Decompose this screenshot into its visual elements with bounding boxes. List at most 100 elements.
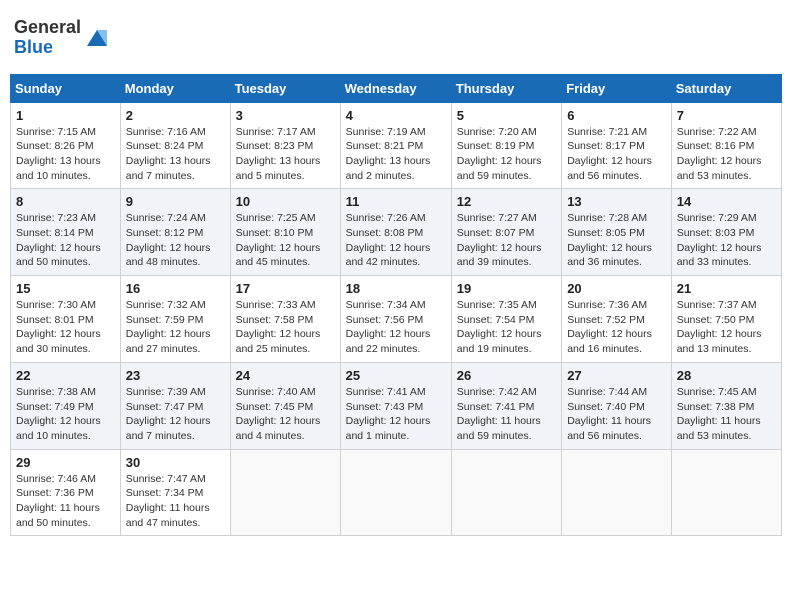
calendar-cell: 26 Sunrise: 7:42 AM Sunset: 7:41 PM Dayli… [451,362,561,449]
day-number: 17 [236,281,335,296]
calendar-cell [562,449,672,536]
day-info: Sunrise: 7:25 AM Sunset: 8:10 PM Dayligh… [236,211,335,270]
calendar-cell [340,449,451,536]
day-number: 2 [126,108,225,123]
day-number: 26 [457,368,556,383]
calendar-cell: 22 Sunrise: 7:38 AM Sunset: 7:49 PM Dayli… [11,362,121,449]
day-number: 7 [677,108,776,123]
day-number: 10 [236,194,335,209]
calendar-cell: 2 Sunrise: 7:16 AM Sunset: 8:24 PM Daylig… [120,102,230,189]
page-header: General Blue [10,10,782,66]
calendar-week-row-3: 15 Sunrise: 7:30 AM Sunset: 8:01 PM Dayli… [11,276,782,363]
day-info: Sunrise: 7:39 AM Sunset: 7:47 PM Dayligh… [126,385,225,444]
calendar-cell: 27 Sunrise: 7:44 AM Sunset: 7:40 PM Dayli… [562,362,672,449]
day-info: Sunrise: 7:34 AM Sunset: 7:56 PM Dayligh… [346,298,446,357]
day-number: 27 [567,368,666,383]
day-number: 28 [677,368,776,383]
day-number: 20 [567,281,666,296]
logo-line2: Blue [14,38,81,58]
calendar-cell: 13 Sunrise: 7:28 AM Sunset: 8:05 PM Dayli… [562,189,672,276]
day-info: Sunrise: 7:32 AM Sunset: 7:59 PM Dayligh… [126,298,225,357]
day-info: Sunrise: 7:15 AM Sunset: 8:26 PM Dayligh… [16,125,115,184]
day-info: Sunrise: 7:46 AM Sunset: 7:36 PM Dayligh… [16,472,115,531]
day-info: Sunrise: 7:40 AM Sunset: 7:45 PM Dayligh… [236,385,335,444]
day-info: Sunrise: 7:37 AM Sunset: 7:50 PM Dayligh… [677,298,776,357]
day-info: Sunrise: 7:47 AM Sunset: 7:34 PM Dayligh… [126,472,225,531]
weekday-header-tuesday: Tuesday [230,74,340,102]
calendar-cell: 11 Sunrise: 7:26 AM Sunset: 8:08 PM Dayli… [340,189,451,276]
day-number: 24 [236,368,335,383]
day-number: 19 [457,281,556,296]
weekday-header-row: SundayMondayTuesdayWednesdayThursdayFrid… [11,74,782,102]
weekday-header-saturday: Saturday [671,74,781,102]
day-number: 5 [457,108,556,123]
day-number: 1 [16,108,115,123]
day-number: 6 [567,108,666,123]
day-info: Sunrise: 7:38 AM Sunset: 7:49 PM Dayligh… [16,385,115,444]
day-info: Sunrise: 7:29 AM Sunset: 8:03 PM Dayligh… [677,211,776,270]
calendar-cell [230,449,340,536]
logo-text: General Blue [14,18,81,58]
day-info: Sunrise: 7:16 AM Sunset: 8:24 PM Dayligh… [126,125,225,184]
day-info: Sunrise: 7:21 AM Sunset: 8:17 PM Dayligh… [567,125,666,184]
day-info: Sunrise: 7:42 AM Sunset: 7:41 PM Dayligh… [457,385,556,444]
calendar-cell: 18 Sunrise: 7:34 AM Sunset: 7:56 PM Dayli… [340,276,451,363]
calendar-cell: 21Sunrise: 7:37 AM Sunset: 7:50 PM Dayli… [671,276,781,363]
calendar-cell: 20 Sunrise: 7:36 AM Sunset: 7:52 PM Dayli… [562,276,672,363]
day-info: Sunrise: 7:27 AM Sunset: 8:07 PM Dayligh… [457,211,556,270]
calendar-cell: 30Sunrise: 7:47 AM Sunset: 7:34 PM Dayli… [120,449,230,536]
day-info: Sunrise: 7:41 AM Sunset: 7:43 PM Dayligh… [346,385,446,444]
calendar-cell: 17 Sunrise: 7:33 AM Sunset: 7:58 PM Dayli… [230,276,340,363]
logo-icon [83,24,111,52]
calendar-cell [451,449,561,536]
calendar-cell: 8Sunrise: 7:23 AM Sunset: 8:14 PM Daylig… [11,189,121,276]
day-number: 18 [346,281,446,296]
calendar-cell: 10 Sunrise: 7:25 AM Sunset: 8:10 PM Dayli… [230,189,340,276]
day-info: Sunrise: 7:44 AM Sunset: 7:40 PM Dayligh… [567,385,666,444]
weekday-header-friday: Friday [562,74,672,102]
calendar-cell: 15 Sunrise: 7:30 AM Sunset: 8:01 PM Dayli… [11,276,121,363]
calendar-cell: 6 Sunrise: 7:21 AM Sunset: 8:17 PM Daylig… [562,102,672,189]
day-info: Sunrise: 7:20 AM Sunset: 8:19 PM Dayligh… [457,125,556,184]
calendar-cell: 28 Sunrise: 7:45 AM Sunset: 7:38 PM Dayli… [671,362,781,449]
day-number: 3 [236,108,335,123]
day-info: Sunrise: 7:28 AM Sunset: 8:05 PM Dayligh… [567,211,666,270]
day-number: 29 [16,455,115,470]
weekday-header-monday: Monday [120,74,230,102]
day-info: Sunrise: 7:33 AM Sunset: 7:58 PM Dayligh… [236,298,335,357]
day-info: Sunrise: 7:36 AM Sunset: 7:52 PM Dayligh… [567,298,666,357]
calendar-cell: 1 Sunrise: 7:15 AM Sunset: 8:26 PM Daylig… [11,102,121,189]
calendar-cell: 29 Sunrise: 7:46 AM Sunset: 7:36 PM Dayli… [11,449,121,536]
day-number: 23 [126,368,225,383]
calendar-cell: 4Sunrise: 7:19 AM Sunset: 8:21 PM Daylig… [340,102,451,189]
calendar-week-row-5: 29 Sunrise: 7:46 AM Sunset: 7:36 PM Dayli… [11,449,782,536]
day-number: 9 [126,194,225,209]
day-info: Sunrise: 7:30 AM Sunset: 8:01 PM Dayligh… [16,298,115,357]
day-info: Sunrise: 7:26 AM Sunset: 8:08 PM Dayligh… [346,211,446,270]
calendar-cell: 12Sunrise: 7:27 AM Sunset: 8:07 PM Dayli… [451,189,561,276]
day-number: 25 [346,368,446,383]
weekday-header-sunday: Sunday [11,74,121,102]
day-number: 14 [677,194,776,209]
weekday-header-wednesday: Wednesday [340,74,451,102]
day-number: 13 [567,194,666,209]
calendar-cell: 5 Sunrise: 7:20 AM Sunset: 8:19 PM Daylig… [451,102,561,189]
day-number: 11 [346,194,446,209]
day-info: Sunrise: 7:23 AM Sunset: 8:14 PM Dayligh… [16,211,115,270]
calendar-cell: 3Sunrise: 7:17 AM Sunset: 8:23 PM Daylig… [230,102,340,189]
calendar-cell: 25 Sunrise: 7:41 AM Sunset: 7:43 PM Dayli… [340,362,451,449]
calendar-cell: 24 Sunrise: 7:40 AM Sunset: 7:45 PM Dayli… [230,362,340,449]
day-number: 4 [346,108,446,123]
day-number: 22 [16,368,115,383]
logo-line1: General [14,18,81,38]
calendar-week-row-1: 1 Sunrise: 7:15 AM Sunset: 8:26 PM Daylig… [11,102,782,189]
calendar-week-row-2: 8Sunrise: 7:23 AM Sunset: 8:14 PM Daylig… [11,189,782,276]
day-info: Sunrise: 7:45 AM Sunset: 7:38 PM Dayligh… [677,385,776,444]
day-number: 16 [126,281,225,296]
calendar-table: SundayMondayTuesdayWednesdayThursdayFrid… [10,74,782,537]
calendar-cell: 19Sunrise: 7:35 AM Sunset: 7:54 PM Dayli… [451,276,561,363]
weekday-header-thursday: Thursday [451,74,561,102]
logo: General Blue [14,18,111,58]
day-number: 15 [16,281,115,296]
calendar-cell [671,449,781,536]
